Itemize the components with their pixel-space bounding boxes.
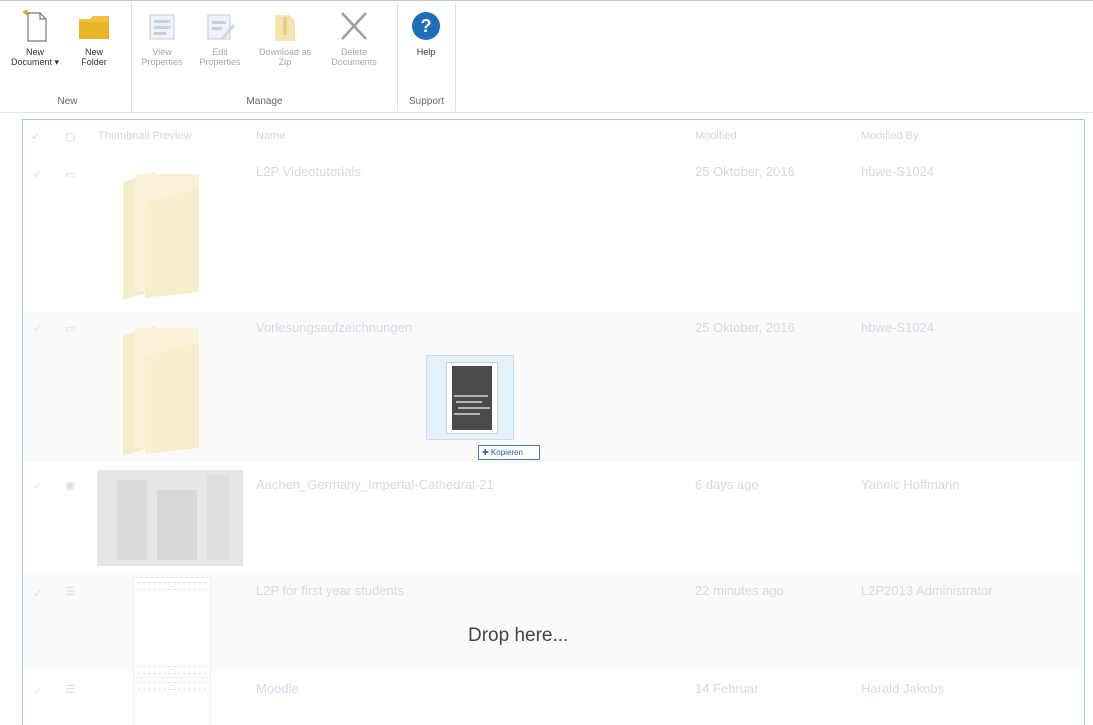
ribbon-group-new: New Document ▾ New Folder New (4, 3, 132, 111)
row-modified-by-link[interactable]: Yannic Hoffmann (861, 477, 960, 492)
drop-here-label: Drop here... (468, 625, 569, 646)
help-label: Help (416, 47, 436, 57)
header-check-icon[interactable]: ✓ (31, 130, 40, 143)
folder-type-icon: ▭ (65, 169, 76, 181)
group-label-support: Support (408, 96, 445, 107)
row-check-icon[interactable]: ✓ (33, 685, 42, 698)
folder-thumbnail-icon (123, 326, 199, 456)
row-modified: 25 Oktober, 2016 (695, 164, 795, 179)
view-properties-button[interactable]: View Properties (138, 9, 186, 67)
copy-badge: ✚ Kopieren (478, 445, 540, 460)
edit-properties-label: Edit Properties (199, 47, 241, 67)
svg-text:?: ? (421, 16, 432, 36)
list-row[interactable]: ✓ ▣ Aachen_Germany_Imperial-Cathedral-21… (23, 465, 1084, 571)
ribbon: New Document ▾ New Folder New View Prope… (0, 0, 1093, 113)
cathedral-image-icon (97, 470, 243, 566)
zip-folder-icon (275, 15, 295, 41)
row-modified-by-link[interactable]: Harald Jakobs (861, 681, 944, 696)
row-check-icon[interactable]: ✓ (33, 168, 42, 181)
new-document-label: New Document ▾ (10, 47, 60, 67)
image-thumbnail (97, 470, 243, 566)
row-modified: 14 Februar (695, 681, 759, 696)
row-modified: 25 Oktober, 2016 (695, 320, 795, 335)
header-name[interactable]: Name (256, 130, 285, 142)
list-row[interactable]: ✓ ☰ L2P for first year students 22 minut… (23, 573, 1084, 679)
row-name-link[interactable]: L2P for first year students (256, 583, 404, 598)
ribbon-group-manage: View Properties Edit Properties Download… (132, 3, 398, 111)
row-modified-by-link[interactable]: hbwe-S1024 (861, 320, 934, 335)
group-label-new: New (57, 96, 78, 107)
list-row[interactable]: ✓ ▭ Vorlesungsaufzeichnungen 25 Oktober,… (23, 312, 1084, 462)
row-check-icon[interactable]: ✓ (33, 587, 42, 600)
video-thumbnail (133, 677, 211, 725)
row-modified: 6 days ago (695, 477, 759, 492)
list-header: ✓ ▢ Thumbnail Preview Name Modified Modi… (23, 120, 1084, 150)
list-row[interactable]: ✓ ☰ Moodle 14 Februar Harald Jakobs (23, 673, 1084, 725)
row-modified-by-link[interactable]: hbwe-S1024 (861, 164, 934, 179)
delete-x-icon (341, 12, 367, 40)
download-zip-button[interactable]: Download as Zip (252, 9, 318, 67)
view-properties-icon (149, 14, 175, 40)
download-zip-label: Download as Zip (258, 47, 312, 67)
group-label-manage: Manage (246, 96, 283, 107)
new-folder-button[interactable]: New Folder (70, 9, 118, 67)
header-modified-by[interactable]: Modified By (861, 130, 918, 142)
row-name-link[interactable]: L2P Videotutorials (256, 164, 361, 179)
video-type-icon: ☰ (65, 684, 75, 696)
row-name-link[interactable]: Vorlesungsaufzeichnungen (256, 320, 412, 335)
drag-ghost (426, 355, 514, 440)
delete-documents-label: Delete Documents (331, 47, 377, 67)
help-icon: ? (412, 12, 440, 40)
new-folder-label: New Folder (81, 47, 107, 67)
row-name-link[interactable]: Moodle (256, 681, 299, 696)
folder-icon (79, 16, 109, 39)
help-button[interactable]: ? Help (404, 9, 448, 57)
list-row[interactable]: ✓ ▭ L2P Videotutorials 25 Oktober, 2016 … (23, 158, 1084, 310)
row-check-icon[interactable]: ✓ (33, 479, 42, 492)
ribbon-group-support: ? Help Support (398, 3, 456, 111)
dragged-document-icon (446, 362, 498, 434)
edit-properties-icon (207, 14, 235, 40)
folder-thumbnail-icon (123, 172, 199, 300)
header-modified[interactable]: Modified (695, 130, 737, 142)
folder-type-icon: ▭ (65, 323, 76, 335)
header-thumbnail[interactable]: Thumbnail Preview (98, 130, 192, 142)
new-document-icon (22, 9, 47, 42)
row-modified: 22 minutes ago (695, 583, 784, 598)
edit-properties-button[interactable]: Edit Properties (196, 9, 244, 67)
image-type-icon: ▣ (65, 480, 76, 492)
header-type[interactable]: ▢ (65, 130, 75, 143)
delete-documents-button[interactable]: Delete Documents (324, 9, 384, 67)
row-check-icon[interactable]: ✓ (33, 322, 42, 335)
row-name-link[interactable]: Aachen_Germany_Imperial-Cathedral-21 (256, 477, 494, 492)
new-document-button[interactable]: New Document ▾ (6, 9, 64, 67)
video-thumbnail (133, 577, 211, 679)
video-type-icon: ☰ (65, 586, 75, 598)
row-modified-by-link[interactable]: L2P2013 Administrator (861, 583, 993, 598)
view-properties-label: View Properties (141, 47, 183, 67)
